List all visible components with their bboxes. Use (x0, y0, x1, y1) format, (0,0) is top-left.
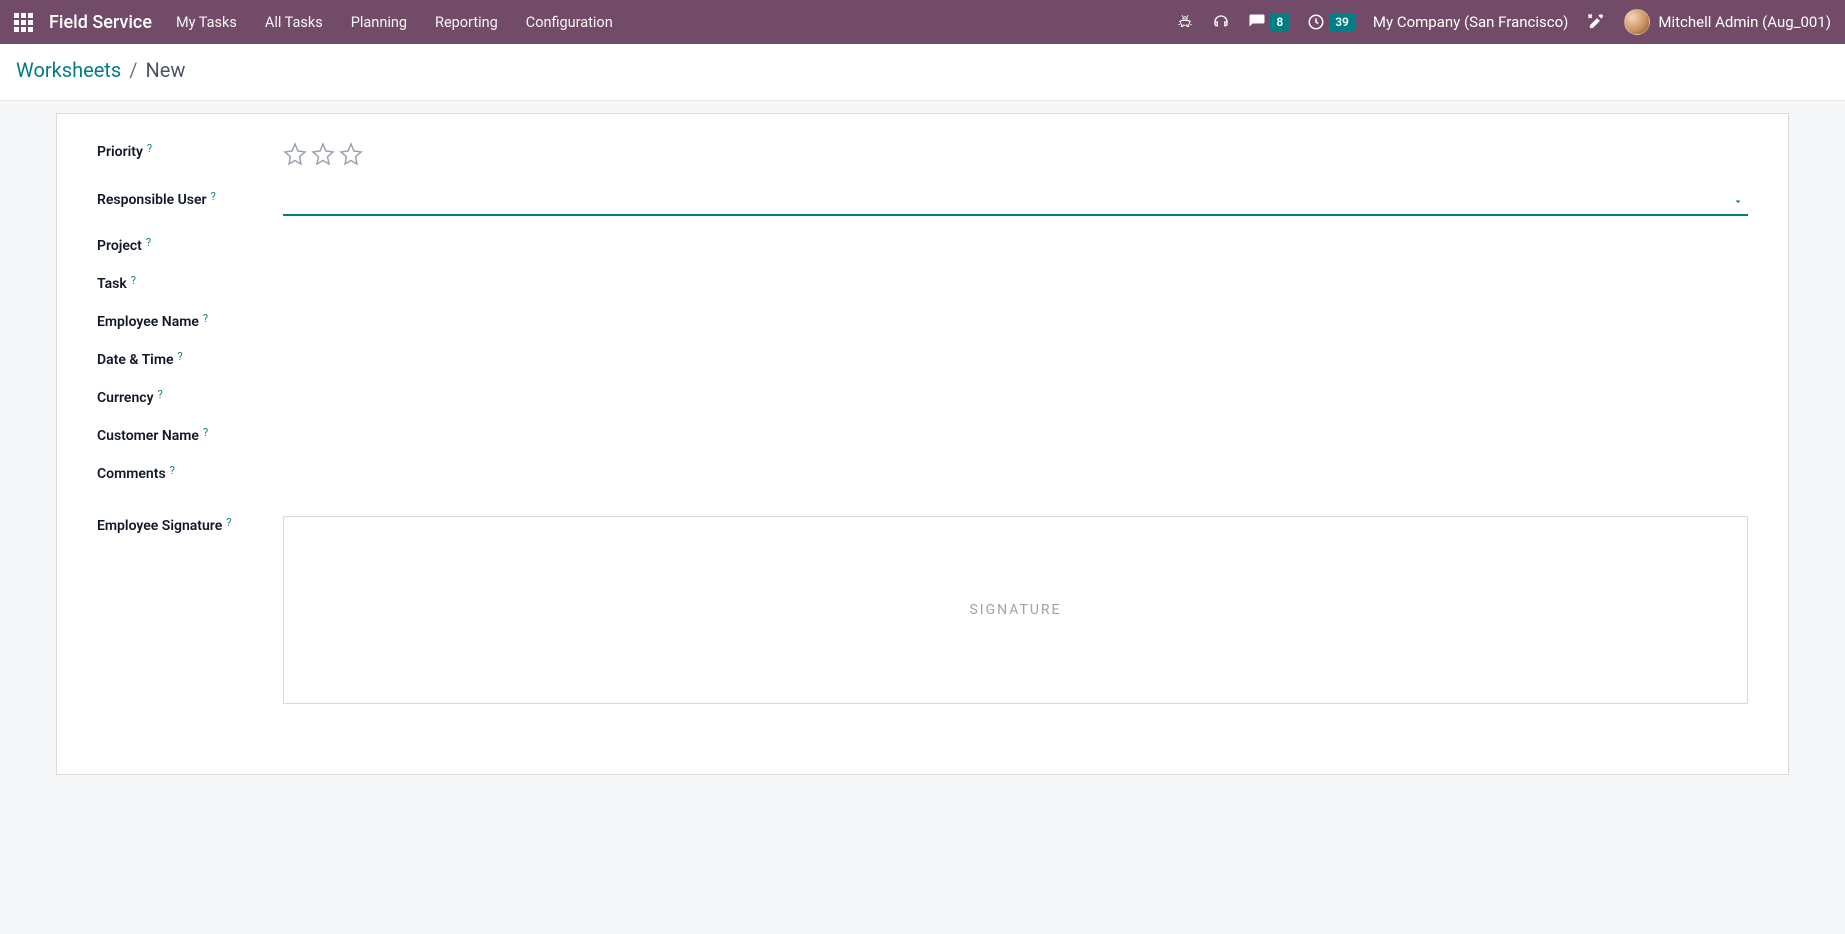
nav-menu: My Tasks All Tasks Planning Reporting Co… (176, 14, 613, 31)
breadcrumb-parent[interactable]: Worksheets (16, 58, 121, 82)
help-icon[interactable]: ? (158, 388, 163, 401)
chevron-down-icon[interactable] (1732, 193, 1744, 212)
nav-planning[interactable]: Planning (351, 14, 407, 31)
content-area: Priority ? Responsible User ? (0, 101, 1845, 799)
breadcrumb: Worksheets / New (16, 58, 1829, 82)
star-icon[interactable] (339, 142, 363, 170)
label-project: Project ? (97, 236, 283, 254)
label-currency: Currency ? (97, 388, 283, 406)
user-name: Mitchell Admin (Aug_001) (1658, 13, 1831, 31)
activities-badge: 39 (1329, 13, 1355, 32)
help-icon[interactable]: ? (147, 142, 152, 155)
row-currency: Currency ? (97, 388, 1748, 406)
help-icon[interactable]: ? (211, 190, 216, 203)
row-employee-name: Employee Name ? (97, 312, 1748, 330)
label-employee-signature: Employee Signature ? (97, 516, 283, 534)
row-project: Project ? (97, 236, 1748, 254)
priority-stars (283, 142, 1748, 170)
avatar (1624, 9, 1650, 35)
row-priority: Priority ? (97, 142, 1748, 170)
label-task: Task ? (97, 274, 283, 292)
top-navbar: Field Service My Tasks All Tasks Plannin… (0, 0, 1845, 44)
label-responsible-user: Responsible User ? (97, 190, 283, 208)
tools-icon[interactable] (1586, 12, 1606, 32)
row-employee-signature: Employee Signature ? SIGNATURE (97, 516, 1748, 704)
messages-badge: 8 (1270, 13, 1289, 32)
help-icon[interactable]: ? (146, 236, 151, 249)
nav-reporting[interactable]: Reporting (435, 14, 498, 31)
form-sheet: Priority ? Responsible User ? (56, 113, 1789, 775)
star-icon[interactable] (283, 142, 307, 170)
nav-all-tasks[interactable]: All Tasks (265, 14, 323, 31)
activities-button[interactable]: 39 (1307, 13, 1355, 32)
nav-right: 8 39 My Company (San Francisco) Mitchell… (1176, 9, 1831, 35)
breadcrumb-current: New (145, 58, 185, 82)
breadcrumb-bar: Worksheets / New (0, 44, 1845, 101)
nav-configuration[interactable]: Configuration (526, 14, 613, 31)
company-selector[interactable]: My Company (San Francisco) (1373, 13, 1568, 31)
help-icon[interactable]: ? (226, 516, 231, 529)
label-customer-name: Customer Name ? (97, 426, 283, 444)
apps-icon[interactable] (14, 13, 33, 32)
help-icon[interactable]: ? (178, 350, 183, 363)
support-icon[interactable] (1212, 13, 1230, 31)
signature-box[interactable]: SIGNATURE (283, 516, 1748, 704)
help-icon[interactable]: ? (203, 426, 208, 439)
signature-placeholder: SIGNATURE (969, 602, 1061, 618)
label-employee-name: Employee Name ? (97, 312, 283, 330)
star-icon[interactable] (311, 142, 335, 170)
help-icon[interactable]: ? (131, 274, 136, 287)
nav-my-tasks[interactable]: My Tasks (176, 14, 237, 31)
row-task: Task ? (97, 274, 1748, 292)
label-date-time: Date & Time ? (97, 350, 283, 368)
row-responsible-user: Responsible User ? (97, 190, 1748, 216)
responsible-user-field (283, 190, 1748, 216)
label-comments: Comments ? (97, 464, 283, 482)
help-icon[interactable]: ? (203, 312, 208, 325)
app-brand[interactable]: Field Service (49, 12, 152, 33)
breadcrumb-separator: / (129, 58, 137, 82)
label-priority: Priority ? (97, 142, 283, 160)
row-date-time: Date & Time ? (97, 350, 1748, 368)
user-menu[interactable]: Mitchell Admin (Aug_001) (1624, 9, 1831, 35)
bug-icon[interactable] (1176, 13, 1194, 31)
messages-button[interactable]: 8 (1248, 13, 1289, 32)
responsible-user-input[interactable] (283, 190, 1748, 214)
help-icon[interactable]: ? (170, 464, 175, 477)
row-customer-name: Customer Name ? (97, 426, 1748, 444)
row-comments: Comments ? (97, 464, 1748, 482)
